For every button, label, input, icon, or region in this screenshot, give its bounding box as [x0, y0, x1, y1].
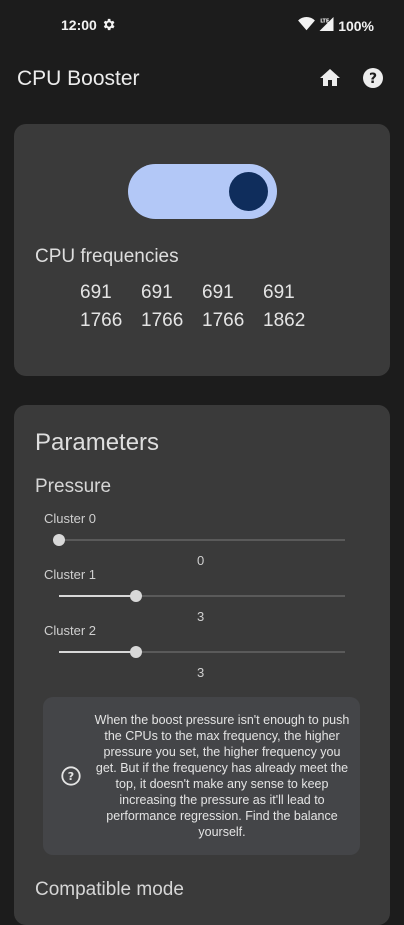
pressure-title: Pressure: [35, 476, 112, 497]
frequency-grid: 691 691 691 691 1766 1766 1766 1862: [80, 282, 324, 332]
app-bar: CPU Booster ?: [0, 52, 404, 108]
min-freq: 691: [263, 282, 295, 303]
home-icon[interactable]: [318, 66, 342, 90]
slider-thumb[interactable]: [130, 646, 143, 658]
min-freq: 691: [80, 282, 112, 303]
cluster-value: 3: [197, 665, 205, 680]
cluster-0-slider[interactable]: [53, 533, 345, 547]
toggle-knob: [229, 172, 268, 211]
wifi-icon: [298, 17, 316, 34]
max-freq: 1766: [141, 310, 184, 331]
max-freq: 1862: [263, 310, 306, 331]
cluster-0-setting: Cluster 0 0: [44, 511, 354, 568]
cluster-1-slider[interactable]: [59, 589, 345, 603]
min-freq: 691: [141, 282, 173, 303]
cpu-frequencies-title: CPU frequencies: [35, 246, 179, 267]
battery-text: 100%: [338, 17, 374, 34]
cluster-value: 3: [197, 609, 205, 624]
pressure-info-box: ? When the boost pressure isn't enough t…: [43, 697, 360, 855]
cluster-label: Cluster 2: [44, 623, 97, 638]
help-circle-icon: ?: [60, 765, 82, 787]
status-time: 12:00: [61, 17, 97, 33]
slider-thumb[interactable]: [130, 590, 143, 602]
boost-toggle[interactable]: [128, 164, 277, 219]
parameters-card: Parameters Pressure Cluster 0 0 Cluster …: [14, 405, 390, 925]
compatible-mode-title: Compatible mode: [35, 879, 184, 900]
slider-thumb[interactable]: [53, 534, 65, 546]
svg-text:?: ?: [369, 71, 377, 87]
booster-card: CPU frequencies 691 691 691 691 1766 176…: [14, 124, 390, 376]
svg-text:?: ?: [68, 770, 74, 783]
min-freq: 691: [202, 282, 234, 303]
cluster-value: 0: [197, 553, 205, 568]
info-text: When the boost pressure isn't enough to …: [94, 713, 350, 839]
cluster-2-setting: Cluster 2 3: [44, 623, 354, 680]
max-freq: 1766: [202, 310, 245, 331]
parameters-title: Parameters: [35, 429, 160, 456]
gear-icon: [101, 17, 116, 32]
max-freq: 1766: [80, 310, 123, 331]
help-icon[interactable]: ?: [361, 66, 385, 90]
cluster-label: Cluster 1: [44, 567, 97, 582]
app-title: CPU Booster: [17, 67, 140, 90]
cluster-label: Cluster 0: [44, 511, 97, 526]
signal-icon: LTE: [319, 17, 334, 34]
cluster-1-setting: Cluster 1 3: [44, 567, 354, 624]
svg-text:LTE: LTE: [320, 19, 329, 25]
status-bar: 12:00 LTE 100%: [0, 0, 404, 52]
cluster-2-slider[interactable]: [59, 645, 345, 659]
